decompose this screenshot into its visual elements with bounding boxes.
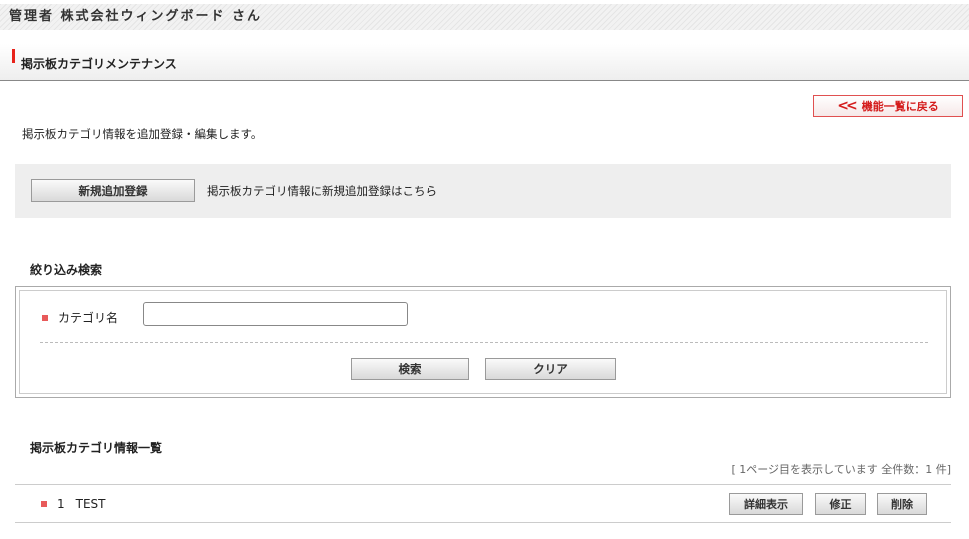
search-box-inner: カテゴリ名 検索 クリア	[19, 290, 947, 394]
add-note-text: 掲示板カテゴリ情報に新規追加登録はこちら	[207, 184, 437, 198]
double-chevron-left-icon: <<	[837, 98, 858, 114]
table-row: 1 TEST 詳細表示 修正 削除	[15, 484, 951, 523]
back-button-label: 機能一覧に戻る	[861, 100, 939, 113]
detail-button[interactable]: 詳細表示	[729, 493, 803, 515]
dashed-divider	[40, 342, 928, 343]
user-bar: 管理者 株式会社ウィングボード さん	[0, 4, 969, 30]
row-number: 1	[57, 497, 65, 511]
row-info: 1 TEST	[41, 497, 106, 511]
back-to-menu-button[interactable]: << 機能一覧に戻る	[813, 95, 963, 117]
new-add-button[interactable]: 新規追加登録	[31, 179, 195, 202]
row-category-name: TEST	[75, 497, 106, 511]
category-name-input[interactable]	[143, 302, 408, 326]
search-section-title: 絞り込み検索	[30, 263, 103, 277]
add-panel: 新規追加登録 掲示板カテゴリ情報に新規追加登録はこちら	[15, 164, 951, 218]
category-name-label-group: カテゴリ名	[42, 309, 118, 326]
category-name-label: カテゴリ名	[58, 311, 119, 325]
header-accent-bar	[12, 49, 15, 63]
bullet-square-icon	[42, 314, 48, 321]
search-box: カテゴリ名 検索 クリア	[15, 286, 951, 398]
delete-button[interactable]: 削除	[877, 493, 927, 515]
edit-button[interactable]: 修正	[815, 493, 866, 515]
page-header: 掲示板カテゴリメンテナンス	[0, 44, 969, 81]
search-button[interactable]: 検索	[351, 358, 469, 380]
clear-button[interactable]: クリア	[485, 358, 616, 380]
intro-text: 掲示板カテゴリ情報を追加登録・編集します。	[22, 127, 263, 141]
user-name-text: 管理者 株式会社ウィングボード さん	[9, 9, 263, 24]
bullet-square-icon	[41, 501, 47, 507]
page-info-text: [ 1ページ目を表示しています 全件数：1 件]	[731, 463, 951, 476]
page-title: 掲示板カテゴリメンテナンス	[21, 57, 177, 71]
list-section-title: 掲示板カテゴリ情報一覧	[30, 441, 163, 455]
